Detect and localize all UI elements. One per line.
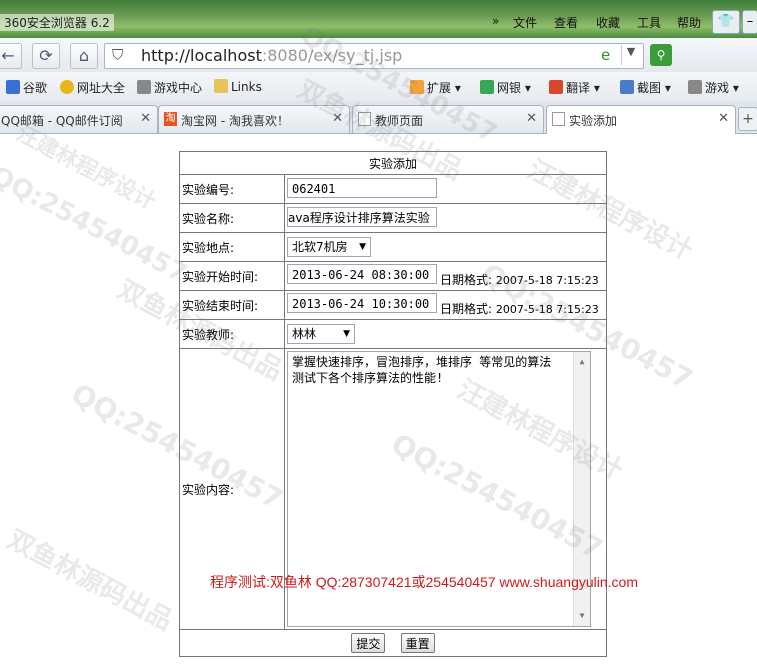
fav-hao123[interactable]: 网址大全 [60,79,125,96]
credit-text: 程序测试:双鱼林 QQ:287307421或254540457 www.shua… [210,574,638,590]
submit-button[interactable]: 提交 [351,633,386,653]
teacher-select[interactable]: 林林 ▼ [287,324,355,344]
window-title: 360安全浏览器 6.2 [0,14,114,31]
place-label: 实验地点: [179,232,285,262]
translate-icon [549,80,563,94]
start-date-hint: 日期格式: 2007-5-18 7:15:23 [440,273,599,287]
page-icon [552,112,565,126]
watermark: QQ:254540457 [0,160,192,290]
back-arrow-icon: ← [1,46,15,65]
form-title: 实验添加 [179,151,607,175]
id-input[interactable]: 062401 [287,177,437,198]
tab-bar: QQ邮箱 - QQ邮件订阅 ✕ 淘 淘宝网 - 淘我喜欢！ ✕ 教师页面 ✕ 实… [0,101,757,134]
menu-tools[interactable]: 工具 [637,14,661,31]
tool-games[interactable]: 游戏 ▾ [688,79,739,96]
search-icon[interactable]: ⚲ [650,44,672,66]
gamepad-icon [688,80,702,94]
refresh-icon: ⟳ [39,46,53,65]
close-icon[interactable]: ✕ [718,111,729,126]
title-bar: 360安全浏览器 6.2 » 文件 查看 收藏 工具 帮助 👕 – [0,0,757,38]
skin-icon[interactable]: 👕 [712,10,740,34]
end-date-hint: 日期格式: 2007-5-18 7:15:23 [440,302,599,316]
page-icon [358,112,371,126]
chevron-down-icon: ▼ [343,329,350,339]
back-button[interactable]: ← [0,43,22,69]
google-icon [6,80,20,94]
menu-help[interactable]: 帮助 [677,14,701,31]
sites-icon [60,80,74,94]
home-button[interactable]: ⌂ [70,43,98,69]
extension-icon [410,80,424,94]
menu-more[interactable]: » [492,14,499,28]
start-label: 实验开始时间: [179,261,285,291]
close-icon[interactable]: ✕ [140,111,151,126]
place-select[interactable]: 北软7机房 ▼ [287,237,371,257]
close-icon[interactable]: ✕ [526,111,537,126]
name-label: 实验名称: [179,203,285,233]
tab-qq-mail[interactable]: QQ邮箱 - QQ邮件订阅 ✕ [0,105,158,133]
new-tab-button[interactable]: + [738,107,757,131]
tab-teacher-page[interactable]: 教师页面 ✕ [352,105,544,133]
watermark: 双鱼林源码出品 [2,524,178,637]
favorites-bar: 谷歌 网址大全 游戏中心 Links 扩展 ▾ 网银 ▾ 翻译 ▾ 截图 ▾ 游… [0,72,757,102]
compat-mode-icon[interactable]: e [601,46,610,64]
minimize-button[interactable]: – [742,10,757,34]
shield-icon: ⛉ [112,46,124,64]
tool-extensions[interactable]: 扩展 ▾ [410,79,461,96]
tool-screenshot[interactable]: 截图 ▾ [620,79,671,96]
menu-file[interactable]: 文件 [513,14,537,31]
scissors-icon [620,80,634,94]
name-input[interactable]: ava程序设计排序算法实验 [287,206,437,227]
gamepad-icon [137,80,151,94]
refresh-button[interactable]: ⟳ [32,43,60,69]
fav-google[interactable]: 谷歌 [6,79,47,96]
folder-icon [214,79,228,93]
address-bar: ← ⟳ ⌂ ⛉ http://localhost:8080/ex/sy_tj.j… [0,38,757,73]
reset-button[interactable]: 重置 [400,633,435,653]
teacher-label: 实验教师: [179,319,285,349]
tab-taobao[interactable]: 淘 淘宝网 - 淘我喜欢！ ✕ [158,105,350,133]
taobao-icon: 淘 [164,112,177,126]
tool-bank[interactable]: 网银 ▾ [480,79,531,96]
home-icon: ⌂ [78,46,90,65]
url-dropdown-icon[interactable]: ▼ [621,45,640,65]
url-text: http://localhost:8080/ex/sy_tj.jsp [141,46,403,65]
end-time-input[interactable]: 2013-06-24 10:30:00 [287,293,437,313]
url-input[interactable]: ⛉ http://localhost:8080/ex/sy_tj.jsp e ▼ [104,43,644,69]
menu-favorites[interactable]: 收藏 [596,14,620,31]
end-label: 实验结束时间: [179,290,285,320]
tab-experiment-add[interactable]: 实验添加 ✕ [546,105,736,134]
fav-games[interactable]: 游戏中心 [137,79,202,96]
close-icon[interactable]: ✕ [332,111,343,126]
id-label: 实验编号: [179,174,285,204]
menu-view[interactable]: 查看 [554,14,578,31]
start-time-input[interactable]: 2013-06-24 08:30:00 [287,264,437,284]
scroll-up-icon[interactable]: ▲ [574,354,590,370]
fav-links[interactable]: Links [214,79,262,94]
chevron-down-icon: ▼ [359,242,366,252]
bank-shield-icon [480,80,494,94]
scroll-down-icon[interactable]: ▼ [574,608,590,624]
tool-translate[interactable]: 翻译 ▾ [549,79,600,96]
